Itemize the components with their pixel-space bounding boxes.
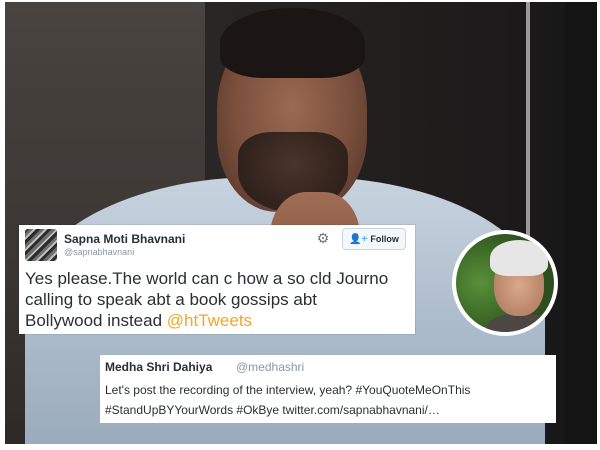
tweet-text-line: Bollywood instead @htTweets	[25, 310, 411, 331]
gear-icon[interactable]: ⚙	[315, 230, 331, 246]
reply-text-line: #StandUpBYYourWords #OkBye twitter.com/s…	[105, 403, 440, 417]
reply-author-name[interactable]: Medha Shri Dahiya	[105, 360, 212, 374]
reply-text: Let's post the recording of the intervie…	[105, 380, 551, 420]
embedded-tweet: Sapna Moti Bhavnani @sapnabhavnani ⚙ 👤+ …	[19, 225, 415, 334]
avatar[interactable]	[25, 229, 57, 261]
tweet-text-segment: Bollywood instead	[25, 311, 163, 330]
tweet-author-name[interactable]: Sapna Moti Bhavnani	[64, 232, 185, 246]
photo-dark-edge	[565, 2, 597, 444]
person-plus-icon: 👤+	[349, 233, 368, 245]
follow-button[interactable]: 👤+ Follow	[342, 228, 406, 250]
tweet-text-line: calling to speak abt a book gossips abt	[25, 290, 318, 309]
reply-author-handle[interactable]: @medhashri	[236, 360, 304, 374]
reply-text-line: Let's post the recording of the intervie…	[105, 383, 471, 397]
quoted-reply: Medha Shri Dahiya @medhashri Let's post …	[100, 355, 556, 423]
tweet-text: Yes please.The world can c how a so cld …	[25, 268, 411, 331]
tweet-mention-link[interactable]: @htTweets	[167, 311, 252, 330]
follow-button-label: Follow	[370, 234, 399, 244]
profile-hair	[490, 240, 548, 276]
profile-photo	[452, 230, 558, 336]
photo-hair	[220, 8, 365, 78]
tweet-author-handle[interactable]: @sapnabhavnani	[64, 247, 134, 257]
tweet-text-line: Yes please.The world can c how a so cld …	[25, 269, 389, 288]
